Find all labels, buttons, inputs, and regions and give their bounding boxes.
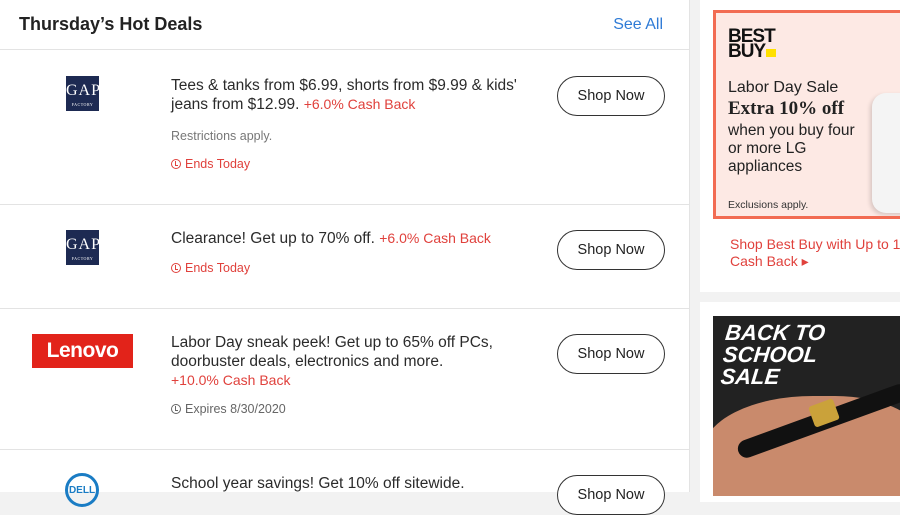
deal-description: Clearance! Get up to 70% off. +6.0% Cash… bbox=[171, 229, 531, 248]
cashback-label: +6.0% Cash Back bbox=[303, 96, 416, 112]
ad-title: BACK TO SCHOOL SALE bbox=[719, 320, 900, 389]
shop-now-button[interactable]: Shop Now bbox=[557, 76, 665, 116]
sidebar-ad-card: BACK TO SCHOOL SALE bbox=[700, 302, 900, 502]
status-text: Ends Today bbox=[185, 157, 251, 171]
status-text: Expires 8/30/2020 bbox=[185, 402, 286, 416]
shop-best-buy-link[interactable]: Shop Best Buy with Up to 1 Cash Back ▸ bbox=[730, 236, 900, 270]
deal-text: Clearance! Get up to 70% off. bbox=[171, 230, 375, 247]
deal-row: DELL School year savings! Get 10% off si… bbox=[0, 450, 690, 515]
price-tag-icon bbox=[766, 49, 777, 57]
gap-factory-logo[interactable]: GAP FACTORY bbox=[66, 230, 102, 265]
logo-text: GAP bbox=[66, 82, 102, 99]
deal-row: GAP FACTORY Tees & tanks from $6.99, sho… bbox=[0, 51, 690, 205]
deal-row: Lenovo Labor Day sneak peek! Get up to 6… bbox=[0, 309, 690, 450]
cashback-label: +6.0% Cash Back bbox=[379, 230, 491, 246]
deal-row: GAP FACTORY Clearance! Get up to 70% off… bbox=[0, 205, 690, 309]
sidebar-ad-card: BEST BUY Labor Day Sale Extra 10% off wh… bbox=[700, 0, 900, 292]
ad-exclusions: Exclusions apply. bbox=[728, 199, 809, 211]
ad-title-line: SALE bbox=[719, 364, 781, 389]
deal-description: School year savings! Get 10% off sitewid… bbox=[171, 474, 531, 493]
best-buy-logo: BEST BUY bbox=[728, 27, 777, 62]
ad-headline: Labor Day Sale bbox=[728, 79, 839, 96]
deal-status: Ends Today bbox=[171, 157, 250, 171]
appliance-image bbox=[872, 93, 900, 213]
gap-factory-logo[interactable]: GAP FACTORY bbox=[66, 76, 102, 111]
clock-icon bbox=[171, 404, 181, 414]
logo-text: GAP bbox=[66, 236, 102, 253]
deals-header: Thursday’s Hot Deals See All bbox=[0, 0, 689, 50]
restrictions-note: Restrictions apply. bbox=[171, 129, 273, 143]
shop-now-button[interactable]: Shop Now bbox=[557, 334, 665, 374]
lenovo-logo[interactable]: Lenovo bbox=[32, 334, 133, 368]
ad-title-line: BACK TO SCHOOL bbox=[721, 320, 827, 367]
deal-text: School year savings! Get 10% off sitewid… bbox=[171, 475, 465, 492]
deal-status: Ends Today bbox=[171, 261, 250, 275]
link-line: Shop Best Buy with Up to 1 bbox=[730, 236, 900, 252]
deal-status: Expires 8/30/2020 bbox=[171, 402, 286, 416]
logo-subtext: FACTORY bbox=[71, 256, 94, 261]
page-title: Thursday’s Hot Deals bbox=[19, 14, 203, 34]
deal-text: Labor Day sneak peek! Get up to 65% off … bbox=[171, 334, 493, 370]
cashback-label: +10.0% Cash Back bbox=[171, 372, 291, 388]
clock-icon bbox=[171, 263, 181, 273]
dell-logo[interactable]: DELL bbox=[65, 473, 99, 507]
ad-condition: when you buy four or more LG appliances bbox=[728, 122, 855, 175]
deal-description: Labor Day sneak peek! Get up to 65% off … bbox=[171, 333, 521, 390]
logo-subtext: FACTORY bbox=[71, 102, 94, 107]
shop-now-button[interactable]: Shop Now bbox=[557, 475, 665, 515]
back-to-school-ad-banner[interactable]: BACK TO SCHOOL SALE bbox=[713, 316, 900, 496]
deal-description: Tees & tanks from $6.99, shorts from $9.… bbox=[171, 76, 521, 114]
status-text: Ends Today bbox=[185, 261, 251, 275]
logo-line: BUY bbox=[728, 41, 766, 62]
best-buy-ad-banner[interactable]: BEST BUY Labor Day Sale Extra 10% off wh… bbox=[713, 10, 900, 219]
see-all-link[interactable]: See All bbox=[613, 16, 663, 34]
link-line: Cash Back ▸ bbox=[730, 253, 809, 269]
shop-now-button[interactable]: Shop Now bbox=[557, 230, 665, 270]
deals-panel: Thursday’s Hot Deals See All GAP FACTORY… bbox=[0, 0, 690, 515]
clock-icon bbox=[171, 159, 181, 169]
ad-offer: Extra 10% off bbox=[728, 98, 845, 119]
